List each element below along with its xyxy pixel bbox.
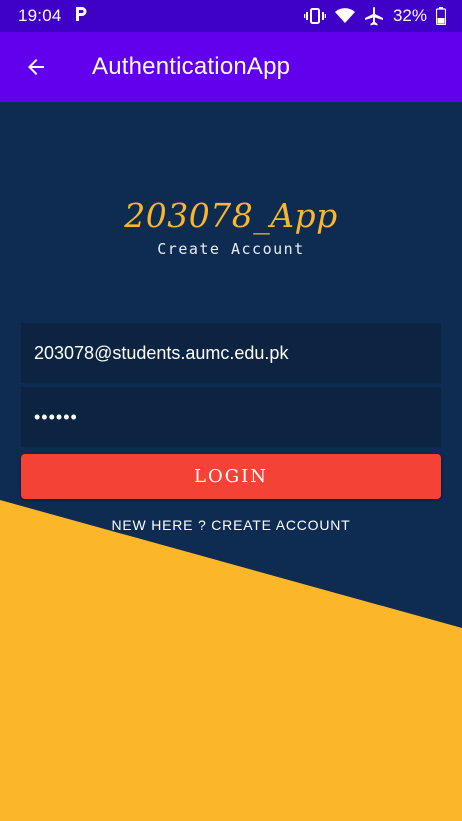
status-time: 19:04 <box>18 6 62 25</box>
app-title: AuthenticationApp <box>92 53 291 80</box>
status-bar: 19:04 32% <box>0 0 462 32</box>
email-field[interactable] <box>21 323 441 383</box>
arrow-back-icon <box>28 59 44 75</box>
p-app-icon <box>74 6 88 27</box>
create-account-link[interactable]: NEW HERE ? CREATE ACCOUNT <box>0 517 462 533</box>
wifi-icon <box>334 8 355 24</box>
logo-subtitle: Create Account <box>157 240 305 258</box>
app-bar: AuthenticationApp <box>0 32 462 102</box>
password-field[interactable] <box>21 387 441 447</box>
logo-title: 203078_App <box>124 196 338 235</box>
login-button[interactable]: LOGIN <box>21 454 441 499</box>
vibrate-icon <box>303 7 326 25</box>
back-button[interactable] <box>0 32 72 102</box>
status-icons: 32% <box>303 6 446 26</box>
battery-percent: 32% <box>392 6 427 25</box>
airplane-icon <box>364 6 384 26</box>
battery-icon <box>436 7 446 25</box>
